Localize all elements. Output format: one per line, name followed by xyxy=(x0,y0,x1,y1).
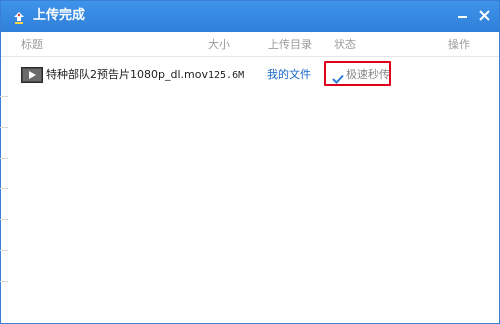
column-status: 状态 xyxy=(334,38,356,51)
upload-cloud-icon xyxy=(12,10,26,24)
video-file-icon xyxy=(21,67,43,83)
background-divider xyxy=(0,158,8,159)
upload-directory-link[interactable]: 我的文件 xyxy=(267,68,311,81)
column-header: 标题 大小 上传目录 状态 操作 xyxy=(1,32,499,57)
minimize-icon xyxy=(458,16,467,18)
background-divider xyxy=(0,188,8,189)
file-name: 特种部队2预告片1080p_dl.mov xyxy=(46,68,208,81)
close-button[interactable] xyxy=(475,6,495,26)
checkmark-icon xyxy=(332,69,344,84)
minimize-button[interactable] xyxy=(453,6,473,26)
background-divider xyxy=(0,219,8,220)
dialog-title: 上传完成 xyxy=(33,8,86,23)
background-divider xyxy=(0,281,8,282)
title-bar[interactable]: 上传完成 xyxy=(1,1,499,32)
column-size: 大小 xyxy=(208,38,230,51)
column-upload-dir: 上传目录 xyxy=(268,38,312,51)
column-title: 标题 xyxy=(21,38,43,51)
background-divider xyxy=(0,96,8,97)
background-divider xyxy=(0,127,8,128)
column-actions: 操作 xyxy=(448,38,470,51)
table-row[interactable]: 特种部队2预告片1080p_dl.mov 125.6M 我的文件 极速秒传 xyxy=(1,59,499,89)
close-icon xyxy=(479,10,490,21)
file-size: 125.6M xyxy=(208,70,245,81)
upload-complete-dialog: 上传完成 标题 大小 上传目录 状态 操作 特种部队2预告片1080p_dl.m… xyxy=(0,0,500,324)
background-divider xyxy=(0,250,8,251)
status-text: 极速秒传 xyxy=(346,68,390,81)
